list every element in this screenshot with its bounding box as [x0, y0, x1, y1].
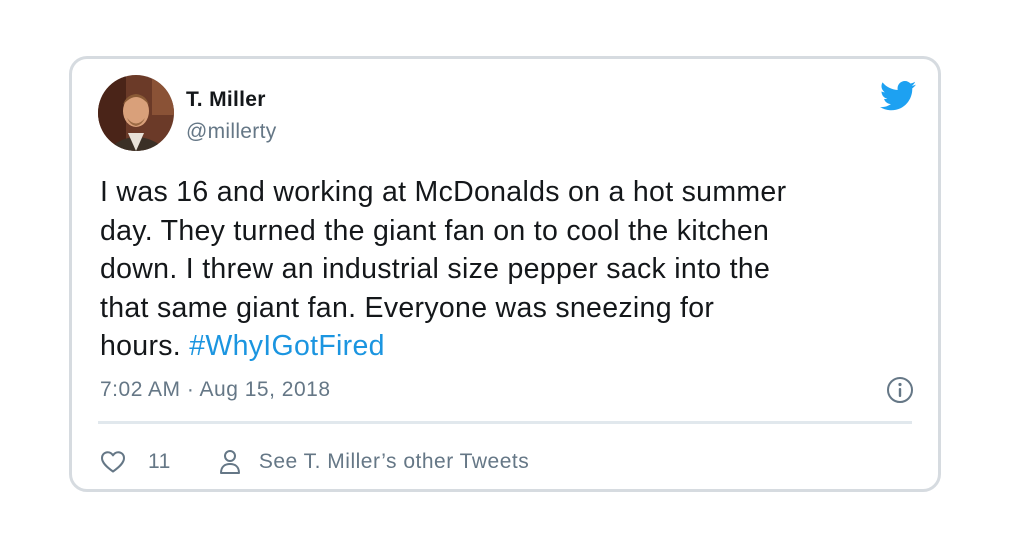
tweet-text-line: day. They turned the giant fan on to coo… [100, 214, 770, 247]
author-handle[interactable]: @millerty [186, 120, 277, 144]
tweet-card[interactable]: T. Miller @millerty I was 16 and working… [69, 56, 941, 492]
see-other-tweets-link[interactable]: See T. Miller’s other Tweets [219, 449, 529, 475]
tweet-text-line: that same giant fan. Everyone was sneezi… [100, 291, 715, 324]
avatar-image [98, 75, 174, 151]
tweet-text-line: I was 16 and working at McDonalds on a h… [100, 176, 787, 208]
author-name[interactable]: T. Miller [186, 88, 266, 112]
see-other-tweets-label: See T. Miller’s other Tweets [258, 450, 530, 473]
twitter-bird-icon[interactable] [880, 81, 916, 111]
divider [98, 421, 912, 424]
tweet-text-line-last: hours. #WhyIGotFired [100, 327, 920, 366]
like-count: 11 [148, 450, 171, 473]
info-icon[interactable] [886, 376, 914, 404]
heart-icon [101, 451, 125, 473]
tweet-text-line: down. I threw an industrial size pepper … [100, 253, 771, 285]
hashtag-link[interactable]: #WhyIGotFired [189, 330, 385, 362]
like-button[interactable]: 11 [100, 450, 171, 474]
tweet-timestamp[interactable]: 7:02 AM · Aug 15, 2018 [100, 378, 331, 402]
person-icon [219, 450, 240, 474]
tweet-text: I was 16 and working at McDonalds on a h… [100, 173, 920, 366]
avatar[interactable] [98, 75, 174, 151]
tweet-text-line: hours. [100, 330, 182, 362]
tweet-actions: 11 See T. Miller’s other Tweets [100, 447, 529, 477]
